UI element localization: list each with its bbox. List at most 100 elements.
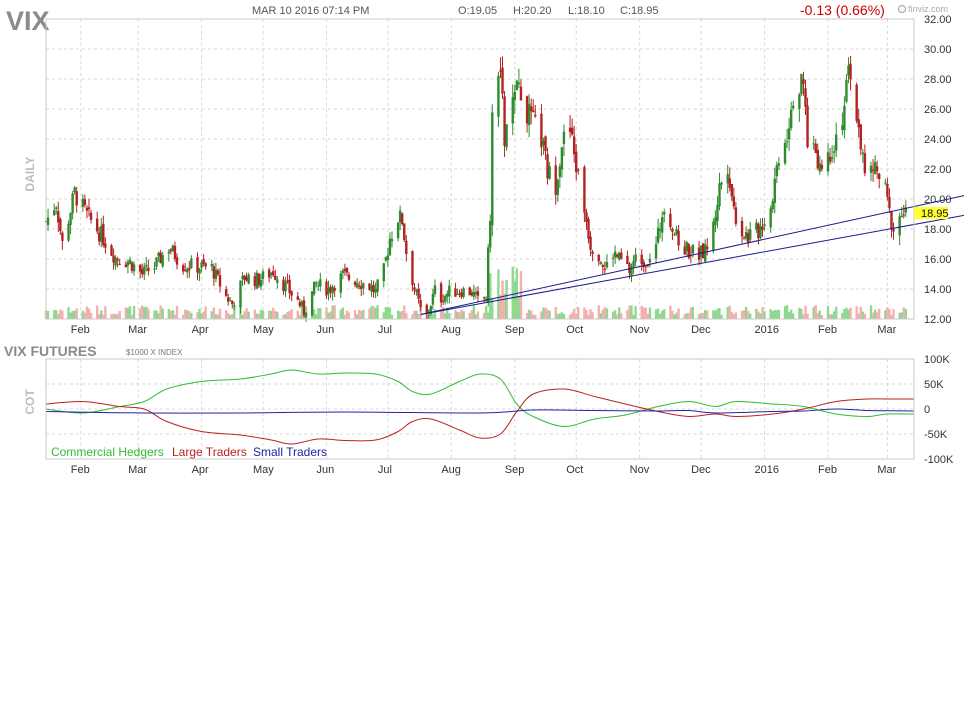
candle-body [599,262,602,264]
volume-bar [132,305,136,319]
volume-bar [546,309,549,319]
candle-body [718,183,721,207]
volume-bar [847,309,850,319]
volume-bar [613,310,617,319]
volume-bar [415,310,418,319]
volume-bar [296,310,300,319]
candle-body [583,167,586,213]
price-y-tick-label: 18.00 [924,224,952,236]
candle-body [529,106,533,112]
volume-bar [411,314,414,319]
volume-bar [857,313,860,319]
candle-body [345,267,349,273]
candle-body [577,169,580,171]
volume-bar [556,313,559,319]
candle-body [505,124,508,148]
volume-bar [720,314,723,319]
candle-body [716,204,719,222]
candle-body [141,268,144,275]
candle-body [448,285,451,297]
volume-bar [802,314,805,319]
volume-bar [167,309,171,319]
volume-bar [374,307,377,319]
price-side-label: DAILY [23,157,37,192]
volume-bar [562,313,566,319]
volume-bar [81,310,85,319]
volume-bar [468,312,471,319]
candle-body [433,285,437,294]
last-price-label: 18.95 [921,208,949,220]
candle-body [800,74,803,94]
volume-bar [398,311,402,319]
candle-body [315,282,318,284]
candle-body [327,287,330,294]
candle-body [112,255,115,263]
candle-body [699,245,703,258]
volume-bar [382,312,385,319]
volume-bar [544,307,547,319]
candle-body [671,228,674,232]
cot-x-tick-label: Nov [630,464,650,476]
candle-body [143,266,146,275]
volume-bar [669,305,672,319]
volume-bar [646,313,650,319]
candle-body [497,75,500,117]
candle-body [286,280,289,283]
candle-body [892,229,895,232]
volume-bar [587,314,590,319]
candle-body [540,113,543,148]
volume-bar [61,310,64,319]
candle-body [167,251,171,254]
volume-bar [904,309,908,319]
volume-bar [826,305,830,319]
candle-body [626,255,629,264]
volume-bar [171,310,175,319]
candle-body [184,269,187,272]
volume-bar [153,310,156,319]
candle-body [489,221,492,248]
volume-bar [577,307,580,319]
volume-bar [329,311,332,319]
volume-bar [405,312,408,319]
volume-bar [746,311,750,319]
legend-commercial-hedgers: Commercial Hedgers [51,445,164,459]
volume-bar [276,311,279,319]
candle-body [554,165,557,195]
candle-body [343,269,347,272]
candle-body [353,281,357,286]
candle-body [341,270,345,274]
volume-bar [806,313,809,319]
volume-bar [591,312,594,319]
volume-bar [675,312,678,319]
volume-bar [812,307,815,319]
cot-y-axis: 100K 50K 0 -50K -100K [924,354,954,466]
candle-body [116,259,119,261]
volume-bar [198,308,201,319]
volume-bar [558,313,562,319]
volume-bar [589,309,592,319]
finviz-logo[interactable]: finviz.com [897,4,949,14]
candle-body [732,196,736,207]
volume-bar [315,314,318,319]
volume-bar [734,312,738,319]
candle-body [742,237,746,239]
volume-bar [771,311,774,319]
cot-x-tick-label: Jul [378,464,392,476]
candle-body [229,300,232,302]
volume-bar [89,312,93,319]
candle-body [204,263,207,267]
volume-bar [327,312,330,319]
chart-svg: VIX MAR 10 2016 07:14 PM O:19.05 H:20.20… [4,2,964,476]
candle-body [601,265,605,268]
candle-body [585,212,588,222]
candle-body [669,213,672,228]
candle-body [59,218,62,232]
price-y-tick-label: 16.00 [924,254,952,266]
candle-body [98,232,101,242]
volume-bar [75,308,78,319]
candle-body [374,288,377,293]
candle-body [376,279,379,292]
candle-body [503,96,506,146]
volume-bar [229,314,232,319]
volume-bar [697,313,701,319]
